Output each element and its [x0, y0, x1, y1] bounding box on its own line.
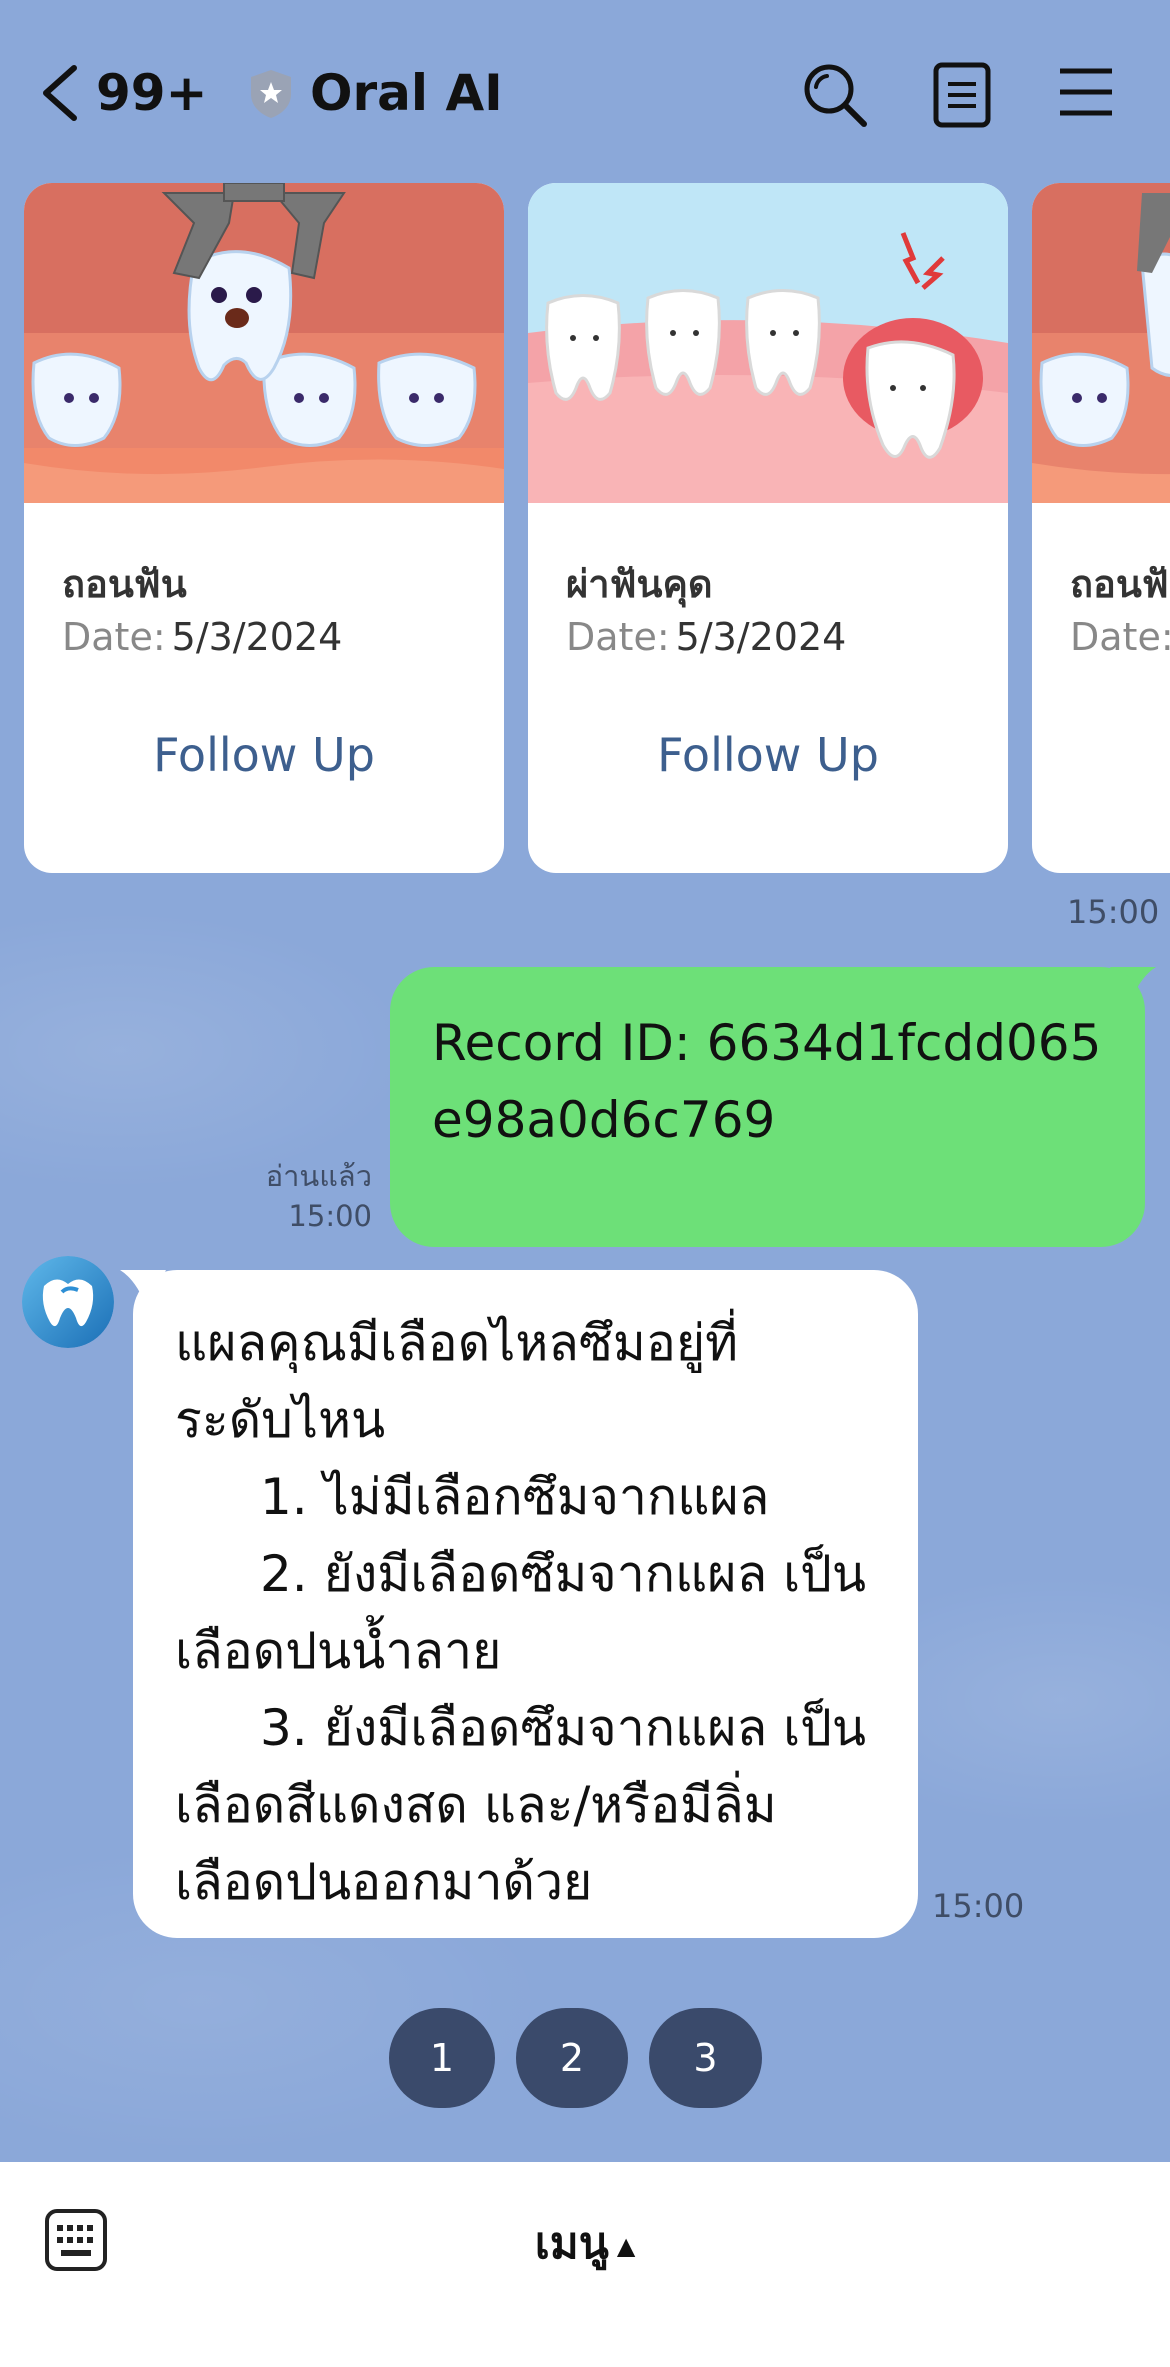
caret-up-icon: ▲ [616, 2232, 636, 2260]
message-line: ระดับไหน [175, 1391, 386, 1449]
outgoing-message[interactable]: Record ID: 6634d1fcdd065e98a0d6c769 [390, 967, 1145, 1247]
date-label: Date: [566, 615, 670, 659]
message-line: แผลคุณมีเลือดไหลซึมอยู่ที่ [175, 1314, 739, 1372]
card-title: ผ่าฟันคุด [566, 562, 713, 606]
carousel-card[interactable]: ผ่าฟันคุด Date: 5/3/2024 Follow Up [528, 183, 1008, 873]
bot-avatar[interactable] [22, 1256, 114, 1348]
read-receipt: อ่านแล้ว 15:00 [230, 1156, 372, 1236]
carousel-card[interactable]: ถอนฟัน Date: 5/3/2024 Follow Up [24, 183, 504, 873]
card-title: ถอนฟัน [62, 562, 187, 606]
option-line: 2. ยังมีเลือดซึมจากแผล เป็น [260, 1545, 867, 1603]
chat-title: Oral AI [310, 64, 503, 122]
notes-icon[interactable] [932, 62, 992, 128]
wisdom-tooth-illustration [528, 183, 1008, 503]
bottom-bar: เมนู ▲ [0, 2162, 1170, 2367]
chat-header: 99+ Oral AI [0, 40, 1170, 150]
back-chevron-icon[interactable] [38, 62, 82, 124]
menu-label: เมนู [534, 2218, 609, 2269]
card-date: Date: 5/3/2024 [62, 615, 342, 659]
date-label: Date: [1070, 615, 1170, 659]
option-line: เลือดสีแดงสด และ/หรือมีลิ่ม [175, 1776, 777, 1834]
option-line: เลือดปนน้ำลาย [175, 1622, 502, 1680]
card-title: ถอนฟั [1070, 562, 1169, 606]
quick-reply-button[interactable]: 1 [389, 2008, 495, 2108]
flex-carousel[interactable]: ถอนฟัน Date: 5/3/2024 Follow Up ผ่าฟันคุ… [0, 183, 1170, 873]
carousel-card[interactable]: ถอนฟั Date: [1032, 183, 1170, 873]
tooth-extraction-illustration [1032, 183, 1170, 503]
unread-count[interactable]: 99+ [96, 62, 207, 124]
card-date: Date: [1070, 615, 1170, 659]
quick-reply-button[interactable]: 2 [516, 2008, 628, 2108]
hamburger-menu-icon[interactable] [1058, 66, 1114, 118]
follow-up-button[interactable]: Follow Up [528, 728, 1008, 782]
quick-reply-button[interactable]: 3 [649, 2008, 762, 2108]
message-time: 15:00 [1067, 893, 1160, 931]
read-label: อ่านแล้ว [265, 1159, 372, 1193]
verified-shield-icon [251, 70, 291, 118]
search-icon[interactable] [800, 60, 870, 130]
date-value: 5/3/2024 [675, 615, 847, 659]
card-date: Date: 5/3/2024 [566, 615, 846, 659]
date-value: 5/3/2024 [171, 615, 343, 659]
option-line: 1. ไม่มีเลือกซึมจากแผล [260, 1468, 770, 1526]
rich-menu-toggle[interactable]: เมนู ▲ [0, 2208, 1170, 2278]
message-time: 15:00 [932, 1887, 1025, 1925]
option-line: เลือดปนออกมาด้วย [175, 1853, 593, 1911]
incoming-message[interactable]: แผลคุณมีเลือดไหลซึมอยู่ที่ ระดับไหน 1. ไ… [133, 1270, 918, 1938]
option-line: 3. ยังมีเลือดซึมจากแผล เป็น [260, 1699, 867, 1757]
follow-up-button[interactable]: Follow Up [24, 728, 504, 782]
tooth-extraction-illustration [24, 183, 504, 503]
date-label: Date: [62, 615, 166, 659]
message-time: 15:00 [288, 1199, 372, 1233]
